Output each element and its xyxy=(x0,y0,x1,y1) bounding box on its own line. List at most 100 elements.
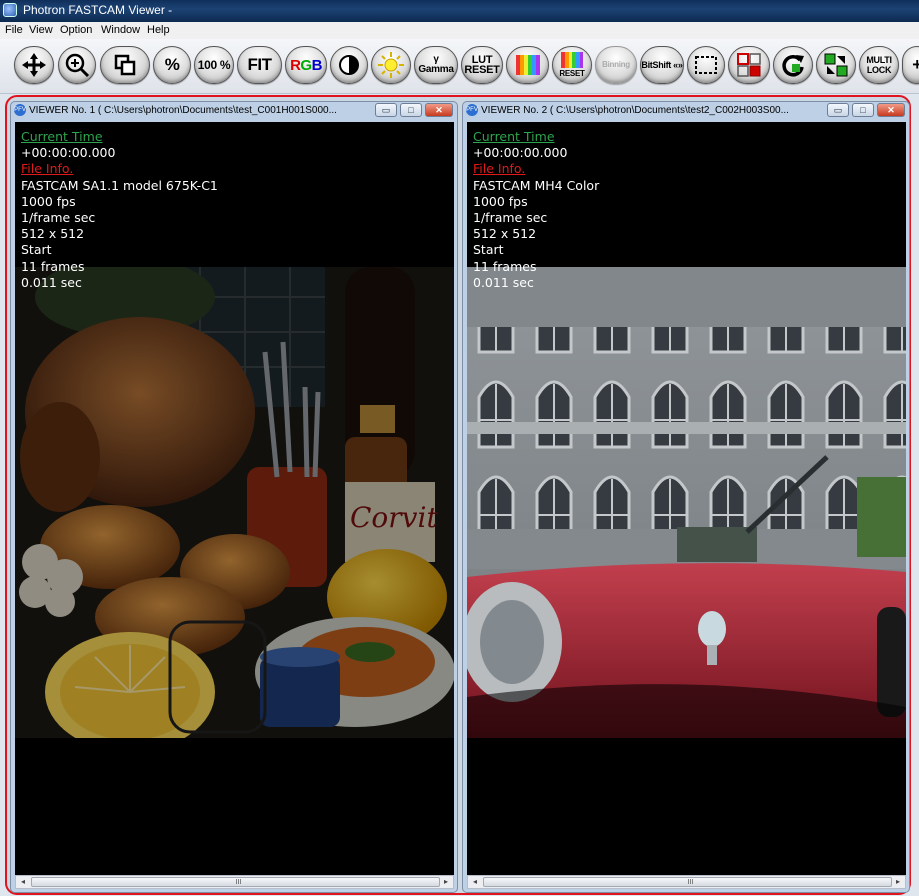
split-button[interactable] xyxy=(728,46,770,84)
viewer-1-maximize-button[interactable]: □ xyxy=(400,103,422,117)
title-bar: Photron FASTCAM Viewer - xyxy=(0,0,919,22)
binning-button[interactable]: Binning xyxy=(595,46,637,84)
multi-lock-button[interactable]: MULTI LOCK xyxy=(859,46,899,84)
toolbar: % 100 % FIT RGB γ Gamma LUT RESET RESET … xyxy=(0,39,919,94)
zoom-100-button[interactable]: 100 % xyxy=(194,46,234,84)
color-bars-small-icon xyxy=(561,51,583,68)
viewer-1-current-time: +00:00:00.000 xyxy=(21,145,116,161)
window-title: Photron FASTCAM Viewer - xyxy=(23,3,173,17)
viewer-2-titlebar[interactable]: PFV VIEWER No. 2 ( C:\Users\photron\Docu… xyxy=(463,102,909,119)
zoom-button[interactable] xyxy=(58,46,96,84)
viewer-2-trigger: Start xyxy=(473,242,504,258)
viewer-2-screen[interactable]: Current Time +00:00:00.000 File Info. FA… xyxy=(467,122,906,878)
more-button[interactable]: + xyxy=(902,46,919,84)
viewer-1-resolution: 512 x 512 xyxy=(21,226,85,242)
swap-windows-icon xyxy=(824,53,848,77)
gamma-button[interactable]: γ Gamma xyxy=(414,46,458,84)
viewer-2-horizontal-scrollbar[interactable]: ◂ III ▸ xyxy=(467,875,906,889)
viewer-1-scroll-left-icon[interactable]: ◂ xyxy=(16,876,30,888)
color-bars-button[interactable] xyxy=(506,46,549,84)
still-life-photo: Corvit xyxy=(15,267,454,738)
rgb-button[interactable]: RGB xyxy=(285,46,327,84)
viewer-1-current-time-label: Current Time xyxy=(21,129,103,144)
viewer-2-title: VIEWER No. 2 ( C:\Users\photron\Document… xyxy=(481,105,789,116)
viewer-2-resolution: 512 x 512 xyxy=(473,226,537,242)
menu-window[interactable]: Window xyxy=(101,24,140,36)
zoom-100-label: 100 % xyxy=(197,58,231,72)
viewer-workspace: PFV VIEWER No. 1 ( C:\Users\photron\Docu… xyxy=(5,95,911,895)
dashed-rect-icon xyxy=(695,56,717,74)
viewer-2-image xyxy=(467,267,906,738)
viewer-1-fps: 1000 fps xyxy=(21,193,76,209)
viewer-window-2[interactable]: PFV VIEWER No. 2 ( C:\Users\photron\Docu… xyxy=(462,101,910,893)
viewer-2-icon: PFV xyxy=(466,104,478,116)
select-rect-button[interactable] xyxy=(687,46,725,84)
magnifier-plus-icon xyxy=(65,53,90,78)
menu-help[interactable]: Help xyxy=(147,24,170,36)
fit-button[interactable]: FIT xyxy=(237,46,282,84)
menu-bar: File View Option Window Help xyxy=(0,22,919,39)
rgb-icon: RGB xyxy=(290,56,322,74)
menu-view[interactable]: View xyxy=(29,24,53,36)
viewer-1-minimize-button[interactable]: ▭ xyxy=(375,103,397,117)
viewer-2-close-button[interactable]: ✕ xyxy=(877,103,905,117)
contrast-button[interactable] xyxy=(330,46,368,84)
contrast-icon xyxy=(339,55,359,75)
swap-button[interactable] xyxy=(816,46,856,84)
viewer-2-maximize-button[interactable]: □ xyxy=(852,103,874,117)
viewer-2-duration: 0.011 sec xyxy=(473,274,534,290)
viewer-1-shutter: 1/frame sec xyxy=(21,210,96,226)
viewer-2-minimize-button[interactable]: ▭ xyxy=(827,103,849,117)
bitshift-label: BitShift «» xyxy=(641,60,683,70)
viewer-1-horizontal-scrollbar[interactable]: ◂ III ▸ xyxy=(15,875,454,889)
viewer-2-shutter: 1/frame sec xyxy=(473,210,548,226)
overlay-button[interactable] xyxy=(100,46,150,84)
viewer-2-current-time-label: Current Time xyxy=(473,129,555,144)
viewer-1-trigger: Start xyxy=(21,242,52,258)
viewer-2-scroll-thumb[interactable]: III xyxy=(483,877,892,887)
rotate-button[interactable] xyxy=(773,46,813,84)
bitshift-button[interactable]: BitShift «» xyxy=(640,46,684,84)
binning-label: Binning xyxy=(602,60,630,69)
rotate-icon xyxy=(782,55,804,77)
menu-option[interactable]: Option xyxy=(60,24,92,36)
viewer-1-scroll-right-icon[interactable]: ▸ xyxy=(439,876,453,888)
viewer-2-fps: 1000 fps xyxy=(473,193,528,209)
reset-label: RESET xyxy=(559,68,585,78)
viewer-1-titlebar[interactable]: PFV VIEWER No. 1 ( C:\Users\photron\Docu… xyxy=(11,102,457,119)
viewer-1-icon: PFV xyxy=(14,104,26,116)
viewer-2-frames: 11 frames xyxy=(473,258,537,274)
viewer-2-camera: FASTCAM MH4 Color xyxy=(473,177,600,193)
percent-icon: % xyxy=(164,55,180,74)
viewer-1-scroll-grip: III xyxy=(235,878,242,886)
viewer-1-frames: 11 frames xyxy=(21,258,85,274)
viewer-2-scroll-grip: III xyxy=(687,878,694,886)
viewer-1-duration: 0.011 sec xyxy=(21,274,82,290)
plus-icon: + xyxy=(912,55,919,75)
fit-label: FIT xyxy=(247,55,273,74)
viewer-2-hud: Current Time +00:00:00.000 File Info. FA… xyxy=(473,129,599,291)
move-arrows-icon xyxy=(22,53,46,77)
viewer-1-scroll-thumb[interactable]: III xyxy=(31,877,440,887)
viewer-1-camera: FASTCAM SA1.1 model 675K-C1 xyxy=(21,177,218,193)
viewer-window-1[interactable]: PFV VIEWER No. 1 ( C:\Users\photron\Docu… xyxy=(10,101,458,893)
viewer-1-file-info-label: File Info. xyxy=(21,161,74,177)
menu-file[interactable]: File xyxy=(5,24,23,36)
brightness-button[interactable] xyxy=(371,46,411,84)
viewer-1-image: Corvit xyxy=(15,267,454,738)
reset-button[interactable]: RESET xyxy=(552,46,592,84)
lut-reset-button[interactable]: LUT RESET xyxy=(461,46,503,84)
percent-button[interactable]: % xyxy=(153,46,191,84)
app-icon xyxy=(3,3,17,17)
viewer-1-close-button[interactable]: ✕ xyxy=(425,103,453,117)
app-window: Photron FASTCAM Viewer - File View Optio… xyxy=(0,0,919,896)
multi-lock-label: MULTI LOCK xyxy=(866,55,892,75)
lut-reset-label: LUT RESET xyxy=(464,54,500,76)
viewer-2-scroll-right-icon[interactable]: ▸ xyxy=(891,876,905,888)
split-frame-icon xyxy=(737,53,761,77)
sun-icon xyxy=(378,52,404,78)
viewer-2-scroll-left-icon[interactable]: ◂ xyxy=(468,876,482,888)
viewer-1-title: VIEWER No. 1 ( C:\Users\photron\Document… xyxy=(29,105,337,116)
viewer-1-screen[interactable]: Corvit Current Time +00:00:00.000 File I… xyxy=(15,122,454,878)
move-button[interactable] xyxy=(14,46,54,84)
